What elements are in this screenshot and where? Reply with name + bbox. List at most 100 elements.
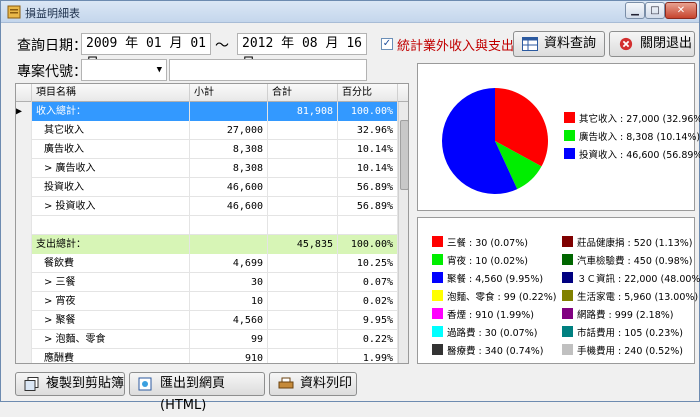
grid-scrollbar[interactable] — [398, 102, 408, 363]
report-grid[interactable]: 項目名稱 小計 合計 百分比 ▶ 收入總計： 81,908 100.00% 其它收入 27… — [15, 83, 409, 364]
cell-name: > 宵夜 — [32, 292, 190, 311]
table-row[interactable]: 投資收入 46,600 56.89% — [16, 178, 398, 197]
table-row[interactable]: > 宵夜 10 0.02% — [16, 292, 398, 311]
table-row[interactable]: 應酬費 910 1.99% — [16, 349, 398, 363]
col-header-name[interactable]: 項目名稱 — [32, 84, 190, 102]
table-row[interactable]: 餐飲費 4,699 10.25% — [16, 254, 398, 273]
table-row[interactable]: 支出總計： 45,835 100.00% — [16, 235, 398, 254]
cell-percent: 32.96% — [338, 121, 398, 140]
cell-name: 餐飲費 — [32, 254, 190, 273]
legend-swatch — [562, 344, 573, 355]
copy-icon — [24, 377, 39, 391]
maximize-button[interactable]: □ — [645, 2, 665, 19]
chevron-down-icon: ▼ — [156, 65, 162, 75]
title-bar[interactable]: 損益明細表 ▁ □ ✕ — [1, 1, 699, 23]
cell-name: > 泡麵、零食 — [32, 330, 190, 349]
row-selector[interactable] — [16, 121, 32, 140]
table-row[interactable]: 其它收入 27,000 32.96% — [16, 121, 398, 140]
income-chart-panel: 其它收入 : 27,000 (32.96%) 廣告收入 : 8,308 (10.1… — [417, 63, 700, 211]
project-select[interactable]: ▼ — [81, 59, 167, 81]
include-nonoperating-checkbox[interactable]: ✓ — [381, 38, 393, 50]
row-selector[interactable] — [16, 254, 32, 273]
table-row[interactable]: ▶ 收入總計： 81,908 100.00% — [16, 102, 398, 121]
include-nonoperating-label: 統計業外收入與支出 — [397, 39, 515, 54]
table-row[interactable]: > 三餐 30 0.07% — [16, 273, 398, 292]
legend-label: 市話費用 : 105 (0.23%) — [577, 328, 683, 339]
table-row[interactable] — [16, 216, 398, 235]
cell-percent: 9.95% — [338, 311, 398, 330]
row-selector[interactable] — [16, 197, 32, 216]
print-button[interactable]: 資料列印 — [269, 372, 357, 396]
row-selector[interactable] — [16, 330, 32, 349]
table-row[interactable]: > 投資收入 46,600 56.89% — [16, 197, 398, 216]
legend-swatch — [432, 344, 443, 355]
cell-total — [268, 121, 338, 140]
table-row[interactable]: > 聚餐 4,560 9.95% — [16, 311, 398, 330]
row-selector[interactable] — [16, 292, 32, 311]
row-selector[interactable] — [16, 273, 32, 292]
end-day: 16 — [346, 36, 362, 51]
exit-button[interactable]: 關閉退出 — [609, 31, 695, 57]
date-label: 查詢日期： — [17, 38, 87, 54]
exit-button-label: 關閉退出 — [640, 36, 693, 51]
cell-total — [268, 140, 338, 159]
cell-name: 廣告收入 — [32, 140, 190, 159]
table-row[interactable]: > 泡麵、零食 99 0.22% — [16, 330, 398, 349]
legend-swatch — [432, 236, 443, 247]
cell-subtotal: 8,308 — [190, 159, 268, 178]
row-selector[interactable] — [16, 311, 32, 330]
legend-swatch — [432, 290, 443, 301]
legend-swatch — [562, 272, 573, 283]
query-button-label: 資料查詢 — [544, 36, 597, 51]
col-header-total[interactable]: 合計 — [268, 84, 338, 102]
start-year: 2009 — [86, 36, 118, 51]
cell-percent: 56.89% — [338, 197, 398, 216]
cell-total — [268, 178, 338, 197]
col-header-percent[interactable]: 百分比 — [338, 84, 398, 102]
cell-subtotal: 99 — [190, 330, 268, 349]
cell-name: > 聚餐 — [32, 311, 190, 330]
cell-percent: 0.22% — [338, 330, 398, 349]
cell-subtotal: 910 — [190, 349, 268, 363]
cell-total — [268, 349, 338, 363]
end-month-unit: 月 — [325, 36, 339, 51]
legend-label: 網路費 : 999 (2.18%) — [577, 310, 674, 321]
start-month-unit: 月 — [169, 36, 183, 51]
legend-label: 三餐 : 30 (0.07%) — [447, 238, 528, 249]
row-selector[interactable] — [16, 178, 32, 197]
col-header-subtotal[interactable]: 小計 — [190, 84, 268, 102]
row-selector[interactable] — [16, 349, 32, 363]
date-separator: ～ — [215, 38, 229, 54]
end-month: 08 — [301, 36, 318, 51]
export-html-button[interactable]: 匯出到網頁(HTML) — [129, 372, 265, 413]
row-selector[interactable] — [16, 235, 32, 254]
cell-name: 應酬費 — [32, 349, 190, 363]
table-row[interactable]: 廣告收入 8,308 10.14% — [16, 140, 398, 159]
start-year-unit: 年 — [125, 36, 139, 51]
table-row[interactable]: > 廣告收入 8,308 10.14% — [16, 159, 398, 178]
table-icon — [522, 37, 538, 51]
legend-swatch — [562, 326, 573, 337]
minimize-button[interactable]: ▁ — [625, 2, 645, 19]
query-button[interactable]: 資料查詢 — [513, 31, 605, 57]
project-name-field[interactable] — [169, 59, 367, 81]
copy-button[interactable]: 複製到剪貼簿 — [15, 372, 125, 396]
cell-percent: 0.07% — [338, 273, 398, 292]
close-window-button[interactable]: ✕ — [665, 2, 697, 19]
cell-total — [268, 197, 338, 216]
end-date-field[interactable]: 2012 年 08 月 16 日 — [237, 33, 367, 71]
row-selector[interactable] — [16, 140, 32, 159]
row-selector[interactable] — [16, 159, 32, 178]
start-date-field[interactable]: 2009 年 01 月 01 日 — [81, 33, 211, 71]
cell-percent: 100.00% — [338, 102, 398, 121]
cell-percent: 10.14% — [338, 140, 398, 159]
scrollbar-thumb[interactable] — [400, 120, 408, 190]
row-selector[interactable] — [16, 216, 32, 235]
cell-subtotal: 4,699 — [190, 254, 268, 273]
legend-label: 醫療費 : 340 (0.74%) — [447, 346, 544, 357]
row-selector[interactable]: ▶ — [16, 102, 32, 121]
cell-total — [268, 292, 338, 311]
legend-label: 泡麵、零食 : 99 (0.22%) — [447, 292, 557, 303]
start-day: 01 — [190, 36, 206, 51]
export-button-label: 匯出到網頁(HTML) — [160, 376, 226, 413]
